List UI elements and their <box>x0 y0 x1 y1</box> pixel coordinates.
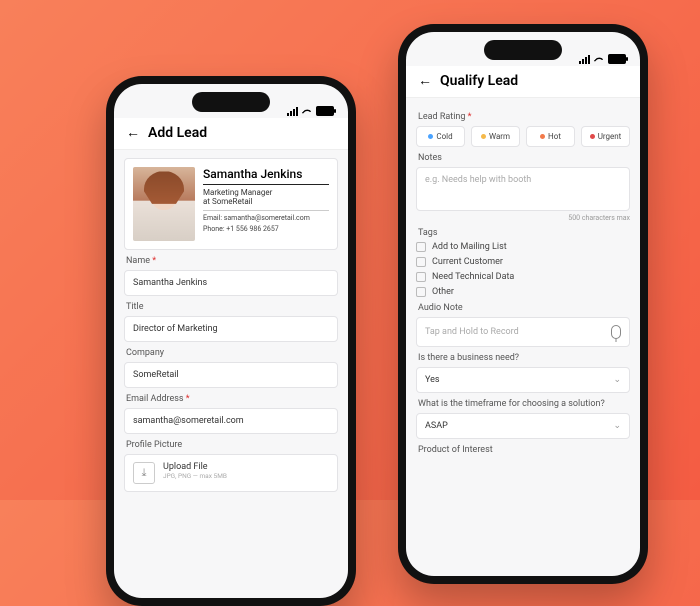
name-field[interactable]: Samantha Jenkins <box>124 270 338 296</box>
product-interest-label: Product of Interest <box>418 445 628 455</box>
business-need-select[interactable]: Yes⌄ <box>416 367 630 393</box>
title-field[interactable]: Director of Marketing <box>124 316 338 342</box>
phone-add-lead: ← Add Lead Samantha Jenkins Marketing Ma… <box>106 76 356 606</box>
email-label: Email Address <box>126 394 336 404</box>
form-body: Lead Rating Cold Warm Hot Urgent Notes e… <box>406 98 640 576</box>
notes-helper: 500 characters max <box>416 214 630 222</box>
page-title: Qualify Lead <box>440 73 518 89</box>
card-role: Marketing Managerat SomeRetail <box>203 188 329 211</box>
battery-icon <box>608 54 626 64</box>
page-header: ← Add Lead <box>114 118 348 150</box>
rating-warm[interactable]: Warm <box>471 126 520 147</box>
notch <box>192 92 270 112</box>
phone-qualify-lead: ← Qualify Lead Lead Rating Cold Warm Hot… <box>398 24 648 584</box>
upload-file-button[interactable]: ⤓ Upload File JPG, PNG — max 5MB <box>124 454 338 492</box>
card-name: Samantha Jenkins <box>203 167 329 185</box>
rating-hot[interactable]: Hot <box>526 126 575 147</box>
wifi-icon <box>594 54 604 64</box>
wifi-icon <box>302 106 312 116</box>
notes-label: Notes <box>418 153 628 163</box>
card-phone: Phone: +1 556 986 2657 <box>203 225 329 233</box>
lead-rating-label: Lead Rating <box>418 112 628 122</box>
company-field[interactable]: SomeRetail <box>124 362 338 388</box>
chevron-down-icon: ⌄ <box>613 421 621 431</box>
timeframe-select[interactable]: ASAP⌄ <box>416 413 630 439</box>
title-label: Title <box>126 302 336 312</box>
signal-icon <box>287 107 298 116</box>
picture-label: Profile Picture <box>126 440 336 450</box>
back-icon[interactable]: ← <box>418 72 432 89</box>
tag-other[interactable]: Other <box>416 287 630 297</box>
email-field[interactable]: samantha@someretail.com <box>124 408 338 434</box>
card-email: Email: samantha@someretail.com <box>203 214 329 222</box>
tags-group: Add to Mailing List Current Customer Nee… <box>416 242 630 297</box>
page-title: Add Lead <box>148 125 207 141</box>
page-header: ← Qualify Lead <box>406 66 640 98</box>
audio-note-field[interactable]: Tap and Hold to Record <box>416 317 630 347</box>
tags-label: Tags <box>418 228 628 238</box>
screen: ← Qualify Lead Lead Rating Cold Warm Hot… <box>406 32 640 576</box>
upload-icon: ⤓ <box>133 462 155 484</box>
battery-icon <box>316 106 334 116</box>
back-icon[interactable]: ← <box>126 124 140 141</box>
business-need-label: Is there a business need? <box>418 353 628 363</box>
form-body: Samantha Jenkins Marketing Managerat Som… <box>114 150 348 598</box>
tag-current-customer[interactable]: Current Customer <box>416 257 630 267</box>
lead-card: Samantha Jenkins Marketing Managerat Som… <box>124 158 338 250</box>
notch <box>484 40 562 60</box>
avatar <box>133 167 195 241</box>
signal-icon <box>579 55 590 64</box>
tag-technical-data[interactable]: Need Technical Data <box>416 272 630 282</box>
lead-rating-group: Cold Warm Hot Urgent <box>416 126 630 147</box>
microphone-icon <box>611 325 621 339</box>
chevron-down-icon: ⌄ <box>613 375 621 385</box>
notes-field[interactable]: e.g. Needs help with booth <box>416 167 630 211</box>
name-label: Name <box>126 256 336 266</box>
tag-mailing-list[interactable]: Add to Mailing List <box>416 242 630 252</box>
rating-urgent[interactable]: Urgent <box>581 126 630 147</box>
audio-note-label: Audio Note <box>418 303 628 313</box>
timeframe-label: What is the timeframe for choosing a sol… <box>418 399 628 409</box>
screen: ← Add Lead Samantha Jenkins Marketing Ma… <box>114 84 348 598</box>
rating-cold[interactable]: Cold <box>416 126 465 147</box>
company-label: Company <box>126 348 336 358</box>
